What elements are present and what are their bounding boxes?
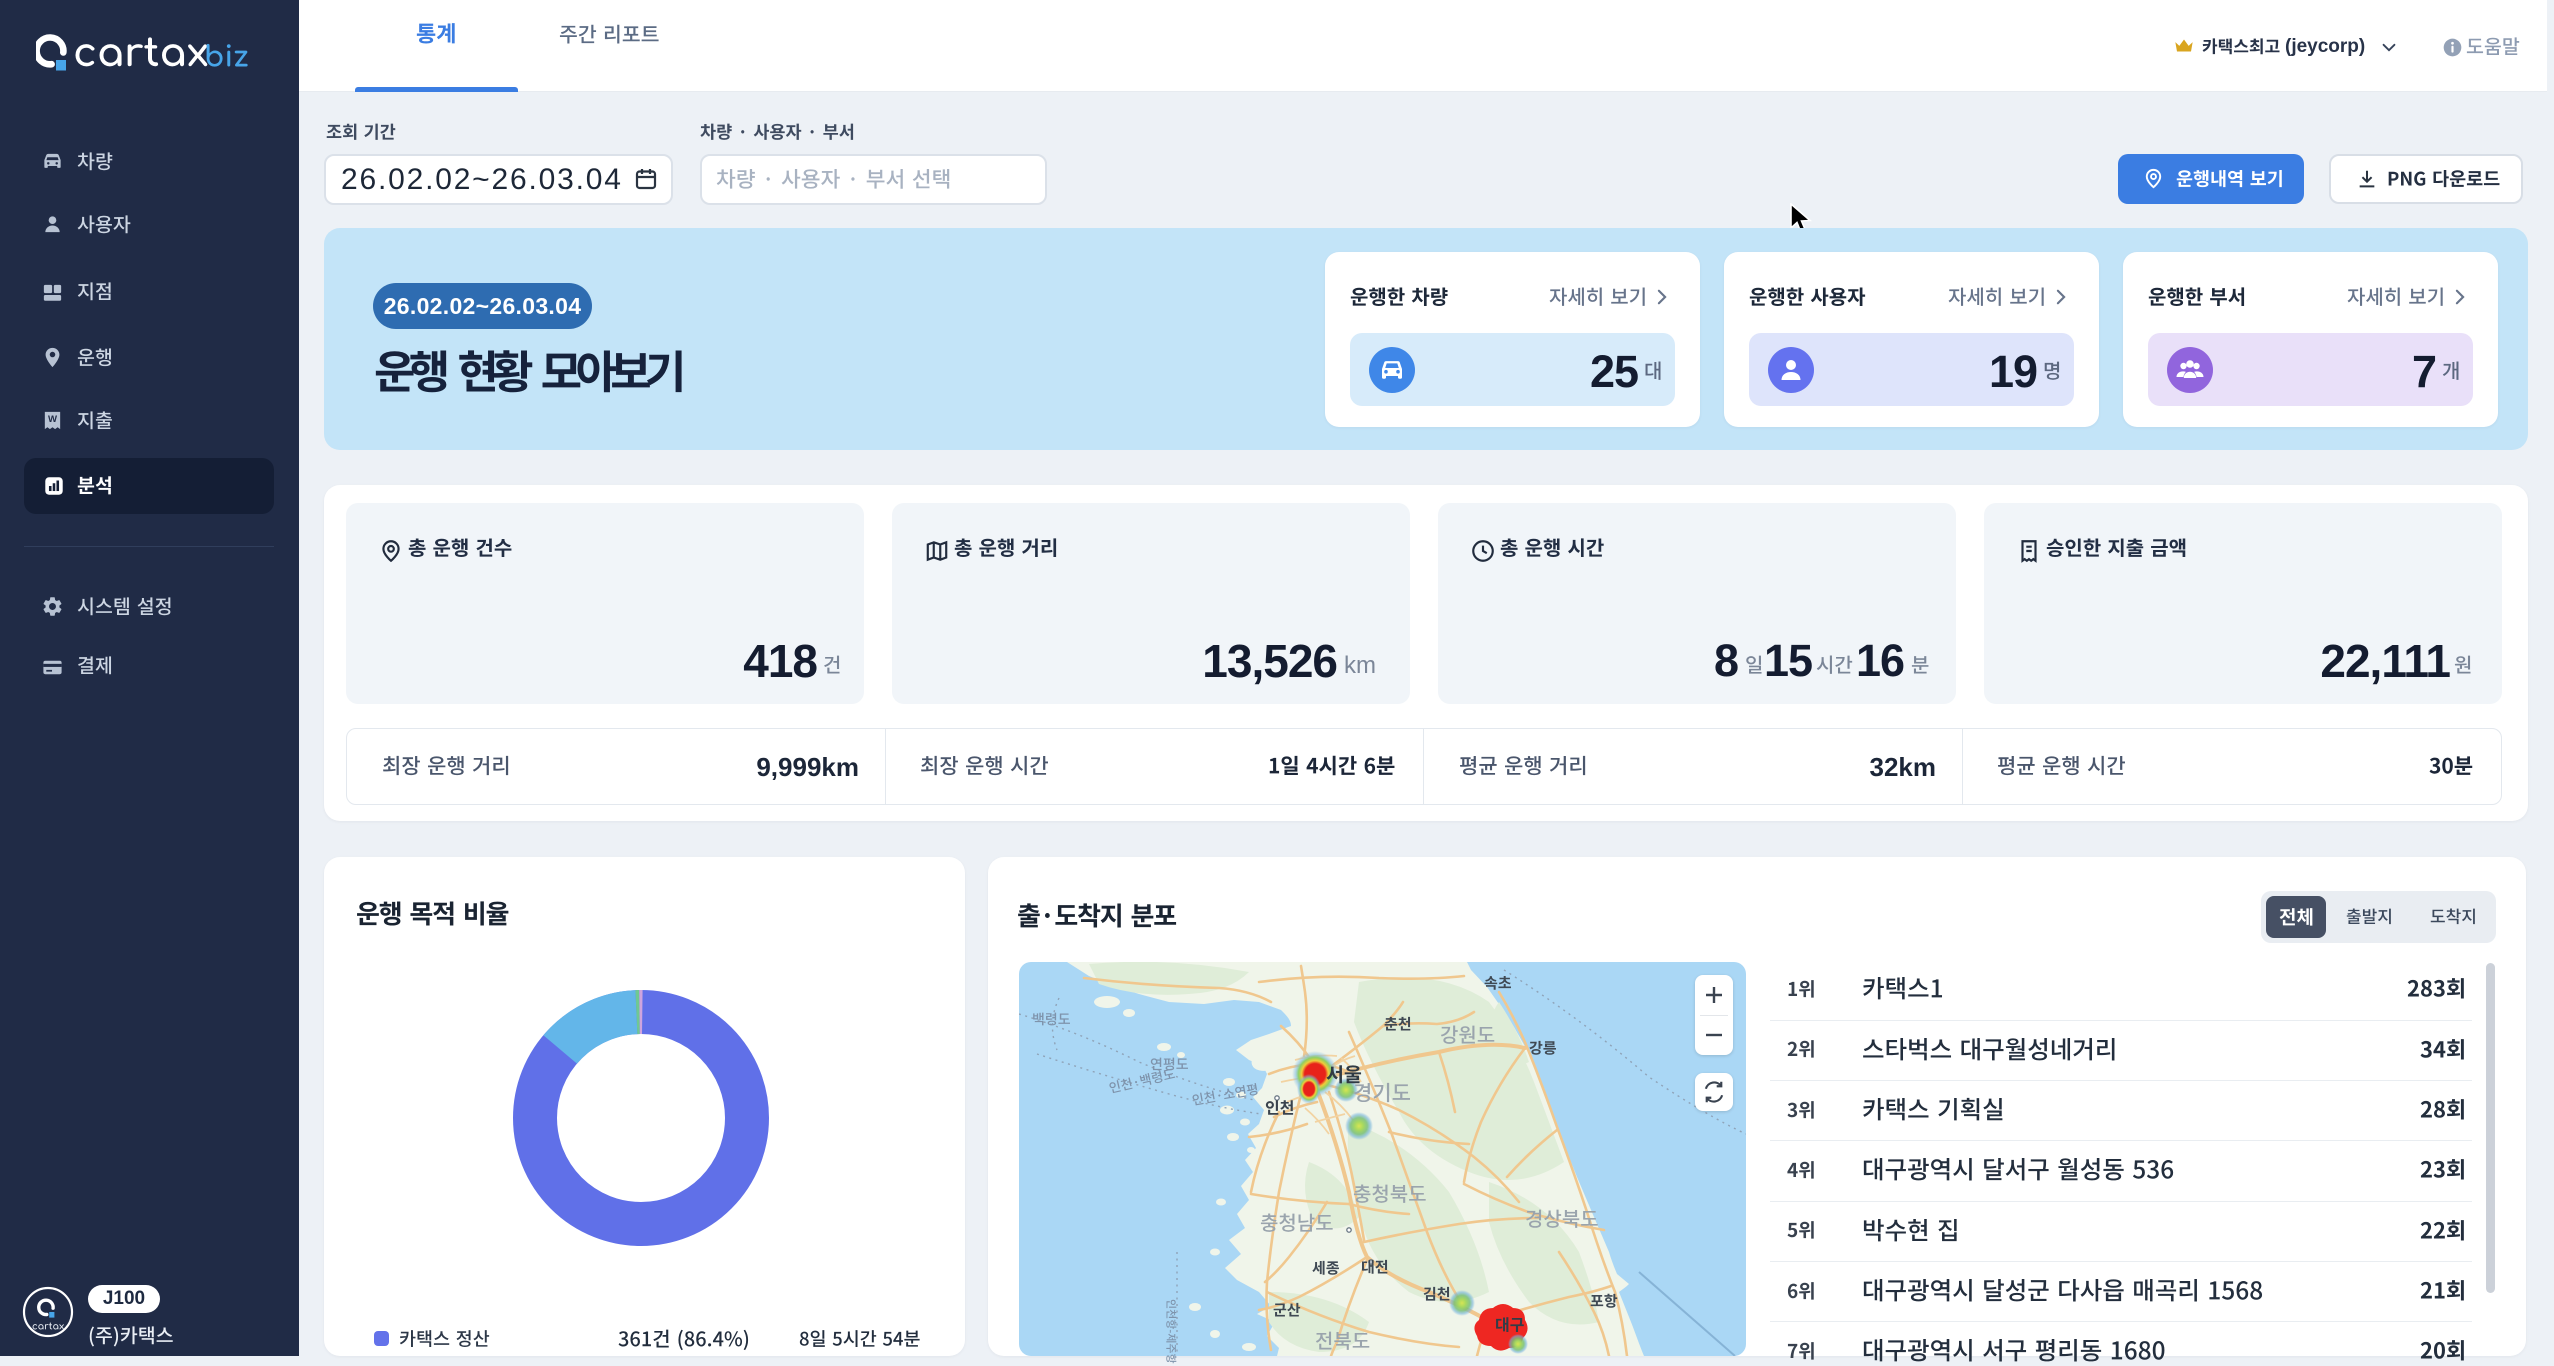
- svg-text:W: W: [48, 414, 58, 425]
